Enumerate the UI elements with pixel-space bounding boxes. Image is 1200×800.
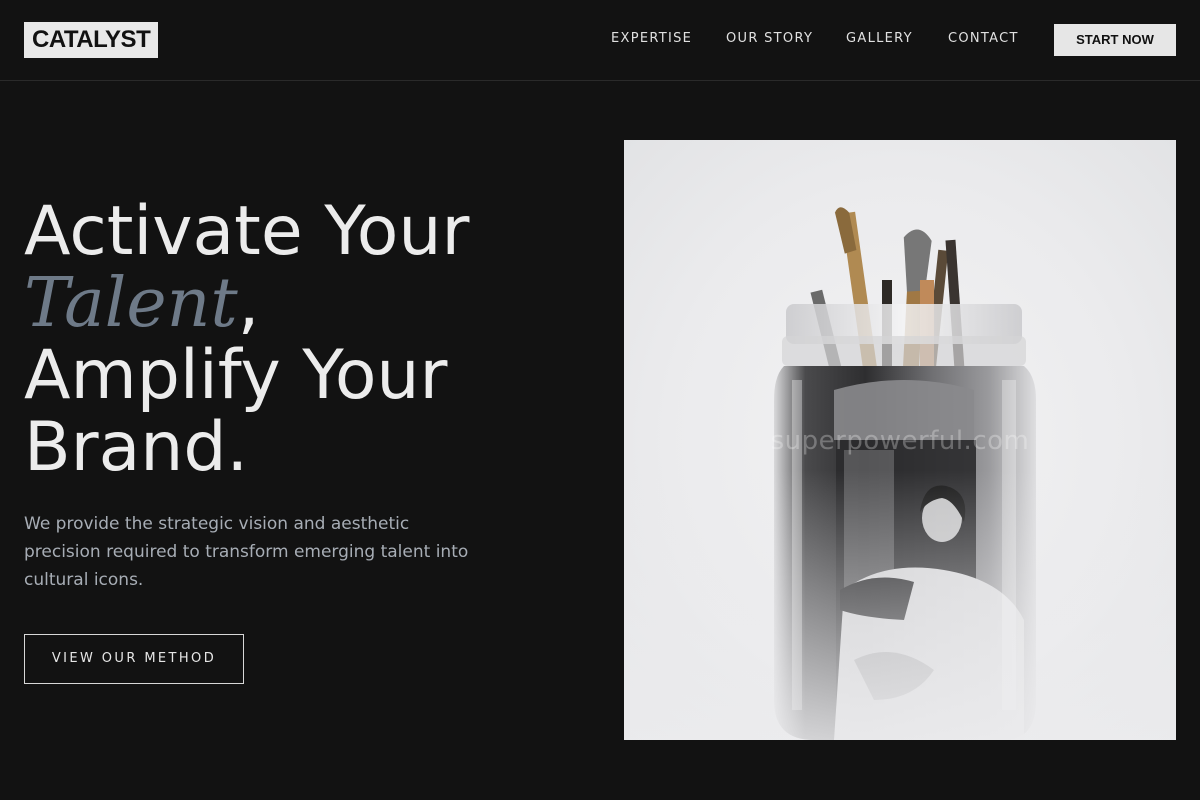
start-now-button[interactable]: START NOW [1054,24,1176,56]
headline-line-4: Brand. [24,408,249,487]
hero-headline: Activate Your Talent, Amplify Your Brand… [24,196,584,484]
nav-link-our-story[interactable]: OUR STORY [726,31,813,47]
nav-link-expertise[interactable]: EXPERTISE [611,31,692,47]
nav-link-contact[interactable]: CONTACT [948,31,1019,47]
brand-logo[interactable]: CATALYST [24,22,159,58]
view-method-button[interactable]: VIEW OUR METHOD [24,634,244,684]
image-watermark: superpowerful.com [770,426,1030,456]
headline-line-1: Activate Your [24,192,470,271]
headline-comma: , [237,264,260,343]
headline-italic-talent: Talent [24,264,238,343]
site-header: CATALYST EXPERTISE OUR STORY GALLERY CON… [0,0,1200,81]
nav-link-gallery[interactable]: GALLERY [846,31,913,47]
hero-description: We provide the strategic vision and aest… [24,514,469,590]
headline-line-2: Talent, [24,268,584,340]
headline-line-3: Amplify Your [24,336,448,415]
hero-image-brush-jar: superpowerful.com [624,140,1176,740]
